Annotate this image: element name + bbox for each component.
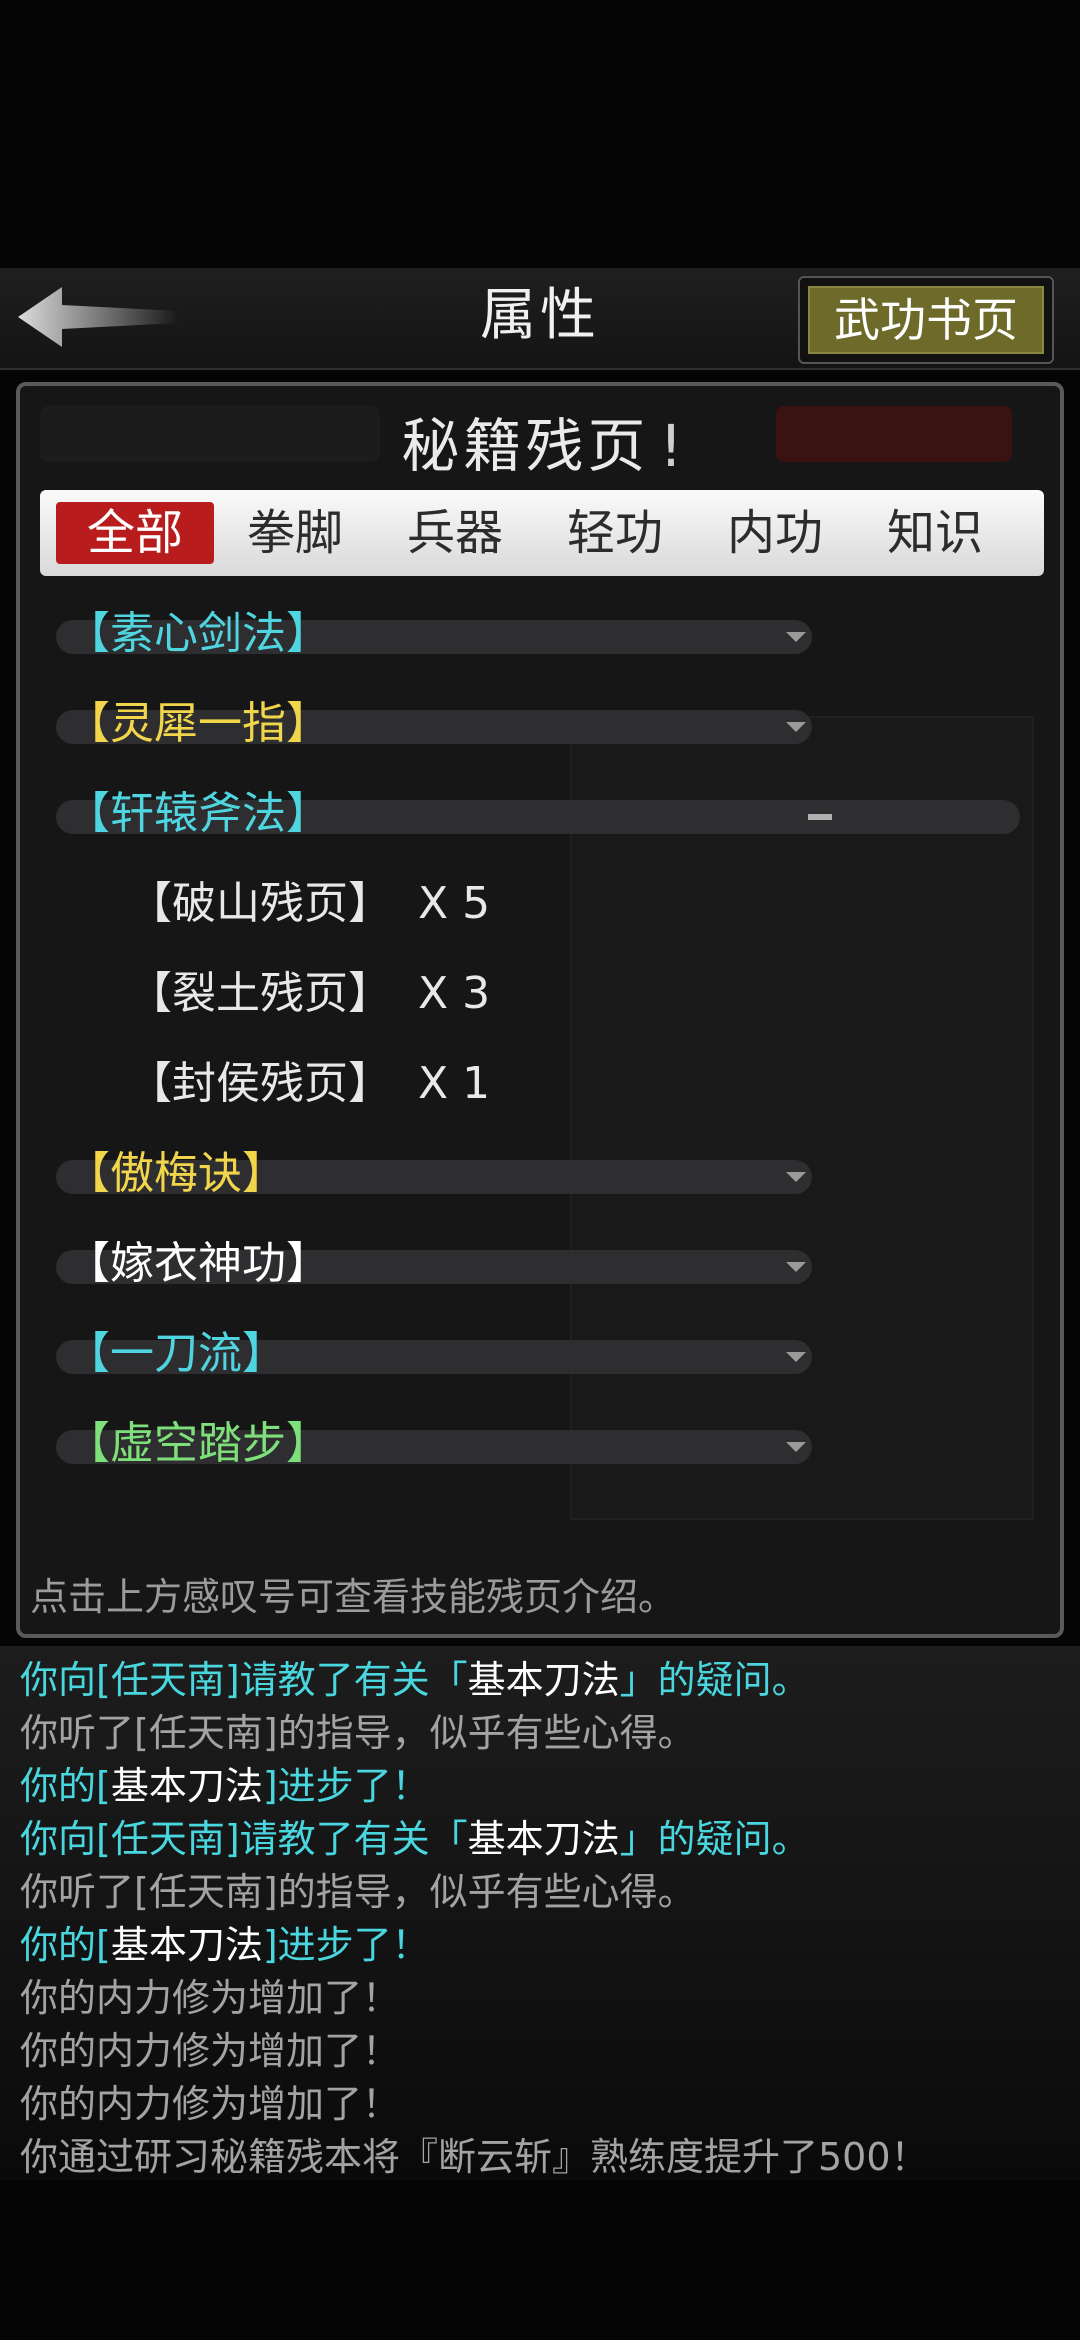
log-segment: 你通过研习秘籍残本将『断云斩』熟练度提升了500！: [20, 2135, 929, 2179]
chevron-down-icon: [786, 1352, 806, 1362]
log-segment: 」的疑问。: [619, 1817, 810, 1861]
log-segment: 基本刀法: [110, 1923, 263, 1967]
chevron-down-icon: [786, 1172, 806, 1182]
log-line: 你通过研习秘籍残本将『断云斩』熟练度提升了500！: [20, 2131, 929, 2183]
log-segment: 你的[: [20, 1764, 111, 1808]
fragment-count: X 5: [418, 878, 491, 929]
log-line: 你向[任天南]请教了有关「基本刀法」的疑问。: [20, 1813, 810, 1865]
log-line: 你的内力修为增加了！: [20, 2078, 400, 2130]
log-segment: 你听了[任天南]的指导，似乎有些心得。: [20, 1711, 696, 1755]
log-line: 你的[基本刀法]进步了！: [20, 1919, 430, 1971]
log-line: 你的[基本刀法]进步了！: [20, 1760, 430, 1812]
log-segment: 你向[任天南]请教了有关「: [20, 1658, 468, 1702]
log-segment: 你的内力修为增加了！: [20, 1976, 401, 2020]
hint-text: 点击上方感叹号可查看技能残页介绍。: [30, 1575, 677, 1619]
page-fragment-fenghou: 【封侯残页】 X 1: [128, 1054, 490, 1114]
log-line: 你听了[任天南]的指导，似乎有些心得。: [20, 1866, 696, 1918]
log-segment: 你的内力修为增加了！: [20, 2029, 401, 2073]
tab-knowledge[interactable]: 知识: [856, 502, 1014, 564]
secret-pages-title-text: 秘籍残页: [401, 412, 650, 480]
wugong-pages-button[interactable]: 武功书页: [798, 276, 1054, 364]
chevron-down-icon: [786, 632, 806, 642]
wugong-pages-label: 武功书页: [808, 286, 1044, 354]
info-exclamation-button[interactable]: !: [659, 412, 686, 480]
skill-name: 【傲梅诀】: [66, 1148, 286, 1199]
log-segment: ]进步了！: [262, 1923, 430, 1967]
fragment-name: 【裂土残页】: [128, 968, 392, 1019]
skill-name: 【嫁衣神功】: [66, 1238, 330, 1289]
log-line: 你听了[任天南]的指导，似乎有些心得。: [20, 1707, 696, 1759]
message-log: 你向[任天南]请教了有关「基本刀法」的疑问。 你听了[任天南]的指导，似乎有些心得…: [0, 1646, 1080, 2180]
tab-fist-kick[interactable]: 拳脚: [216, 502, 374, 564]
fragment-count: X 1: [418, 1058, 491, 1109]
log-segment: 」的疑问。: [619, 1658, 810, 1702]
category-tab-bar: 全部 拳脚 兵器 轻功 内功 知识: [40, 490, 1044, 576]
log-line: 你向[任天南]请教了有关「基本刀法」的疑问。: [20, 1654, 810, 1706]
skill-name: 【轩辕斧法】: [66, 788, 330, 839]
log-segment: 你的[: [20, 1923, 111, 1967]
log-segment: 你听了[任天南]的指导，似乎有些心得。: [20, 1870, 696, 1914]
secret-pages-title: 秘籍残页!: [20, 406, 1060, 486]
log-line: 你的内力修为增加了！: [20, 2025, 400, 2077]
chevron-down-icon: [786, 722, 806, 732]
fragment-count: X 3: [418, 968, 491, 1019]
tab-lightness[interactable]: 轻功: [536, 502, 694, 564]
log-segment: 基本刀法: [110, 1764, 263, 1808]
collapse-minus-icon: [808, 814, 832, 820]
skill-name: 【灵犀一指】: [66, 698, 330, 749]
tab-all[interactable]: 全部: [56, 502, 214, 564]
page-fragment-poshan: 【破山残页】 X 5: [128, 874, 490, 934]
log-segment: 你向[任天南]请教了有关「: [20, 1817, 468, 1861]
skill-name: 【素心剑法】: [66, 608, 330, 659]
log-line: 你的内力修为增加了！: [20, 1972, 400, 2024]
fragment-name: 【破山残页】: [128, 878, 392, 929]
fragment-name: 【封侯残页】: [128, 1058, 392, 1109]
tab-inner-power[interactable]: 内功: [696, 502, 854, 564]
log-segment: 基本刀法: [467, 1658, 620, 1702]
ghost-grid: [570, 716, 1034, 1520]
page-fragment-lietu: 【裂土残页】 X 3: [128, 964, 490, 1024]
log-segment: ]进步了！: [262, 1764, 430, 1808]
chevron-down-icon: [786, 1262, 806, 1272]
chevron-down-icon: [786, 1442, 806, 1452]
skill-name: 【虚空踏步】: [66, 1418, 330, 1469]
log-segment: 你的内力修为增加了！: [20, 2082, 401, 2126]
log-segment: 基本刀法: [467, 1817, 620, 1861]
secret-pages-panel: 秘籍残页! 全部 拳脚 兵器 轻功 内功 知识 【素心剑法】 【灵犀一指】 【轩…: [16, 382, 1064, 1638]
tab-weapon[interactable]: 兵器: [376, 502, 534, 564]
skill-name: 【一刀流】: [66, 1328, 286, 1379]
